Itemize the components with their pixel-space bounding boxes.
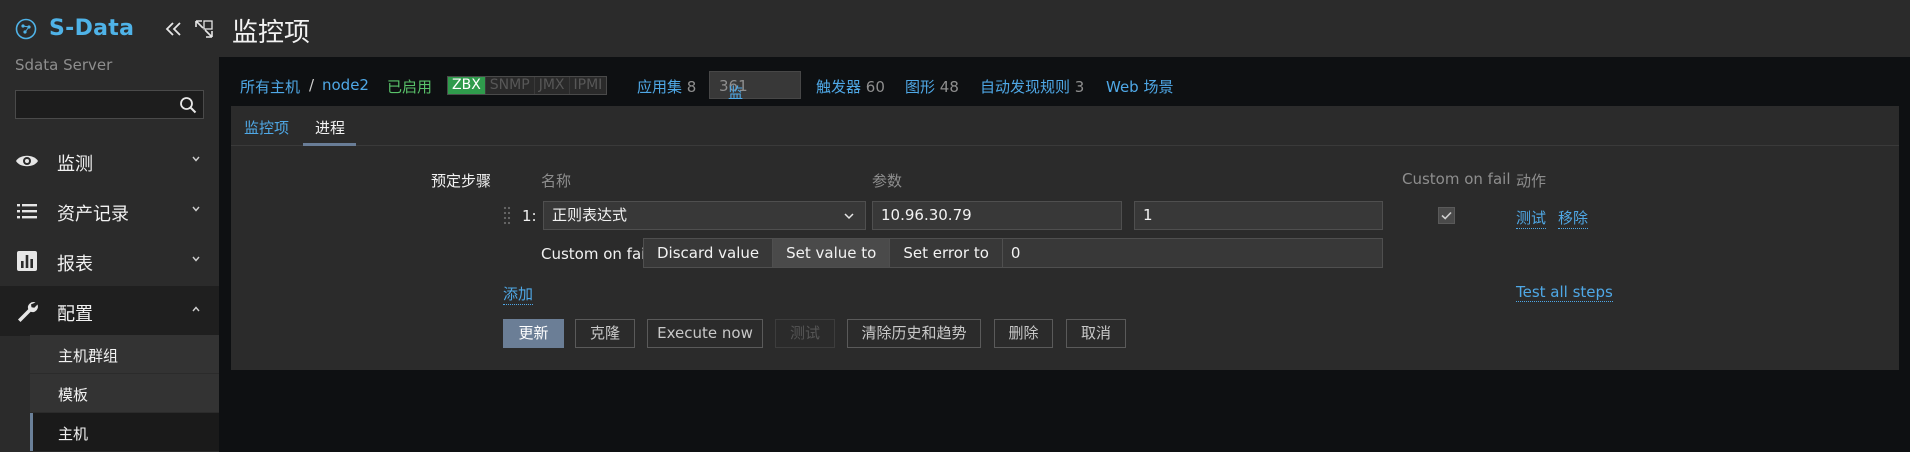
clone-button[interactable]: 克隆 — [575, 319, 635, 348]
search-field[interactable] — [15, 90, 204, 119]
nav-applications[interactable]: 应用集 8 — [637, 76, 696, 97]
tab-item[interactable]: 监控项 — [244, 117, 289, 138]
step-index: 1: — [522, 207, 537, 225]
breadcrumb-host[interactable]: node2 — [322, 76, 369, 94]
collapse-sidebar-icon[interactable] — [163, 18, 185, 40]
list-icon — [17, 204, 37, 219]
discard-value-option[interactable]: Discard value — [644, 239, 774, 267]
ipmi-badge: IPMI — [569, 77, 607, 94]
delete-button[interactable]: 删除 — [994, 319, 1053, 348]
tab-bar: 监控项 进程 — [231, 106, 1899, 146]
step-param-pattern[interactable]: 10.96.30.79 — [872, 201, 1122, 230]
on-fail-label: Custom on fail — [541, 245, 650, 263]
search-icon[interactable] — [179, 96, 197, 114]
wrench-icon — [18, 302, 38, 322]
on-fail-options: Discard value Set value to Set error to … — [643, 238, 1383, 268]
chevron-down-icon — [192, 256, 200, 262]
nav-items-active[interactable]: 监控项 361 — [709, 71, 801, 144]
nav-item-inventory[interactable]: 资产记录 — [0, 186, 219, 236]
preprocessing-steps-label: 预定步骤 — [431, 172, 492, 190]
step-param-output[interactable]: 1 — [1134, 201, 1383, 230]
cancel-button[interactable]: 取消 — [1066, 319, 1126, 348]
column-header-custom-on-fail: Custom on fail — [1402, 170, 1511, 188]
custom-on-fail-checkbox[interactable] — [1438, 207, 1455, 224]
logo-icon — [15, 18, 37, 40]
eye-icon — [16, 155, 38, 167]
nav-label: 监测 — [57, 154, 93, 175]
submenu-item-host-groups[interactable]: 主机群组 — [30, 335, 219, 374]
tab-preprocessing[interactable]: 进程 — [315, 117, 345, 138]
jmx-badge: JMX — [534, 77, 570, 94]
page-title: 监控项 — [232, 18, 311, 48]
add-step-link[interactable]: 添加 — [503, 283, 534, 305]
step-type-value: 正则表达式 — [552, 206, 628, 224]
drag-handle-icon[interactable] — [503, 205, 511, 227]
test-all-steps-link[interactable]: Test all steps — [1516, 283, 1613, 302]
logo: S-Data — [15, 14, 215, 48]
column-header-parameters: 参数 — [872, 172, 903, 190]
on-fail-value-input[interactable]: 0 — [1002, 239, 1382, 267]
column-header-name: 名称 — [541, 172, 572, 190]
set-error-option[interactable]: Set error to — [890, 239, 1003, 267]
execute-now-button[interactable]: Execute now — [647, 319, 763, 348]
host-navigation: 所有主机 / node2 已启用 ZBX SNMP JMX IPMI 应用集 8… — [231, 68, 1891, 144]
nav-item-monitoring[interactable]: 监测 — [0, 136, 219, 186]
submenu-item-hosts[interactable]: 主机 — [30, 413, 219, 452]
nav-item-configuration[interactable]: 配置 — [0, 286, 219, 336]
availability-badges: ZBX SNMP JMX IPMI — [447, 76, 608, 95]
chevron-down-icon — [192, 156, 200, 162]
step-remove-link[interactable]: 移除 — [1558, 207, 1589, 229]
active-tab-indicator — [303, 143, 356, 146]
submenu-item-templates[interactable]: 模板 — [30, 374, 219, 413]
nav-graphs[interactable]: 图形 48 — [905, 76, 959, 97]
column-header-actions: 动作 — [1516, 172, 1547, 190]
update-button[interactable]: 更新 — [503, 319, 564, 348]
submenu-label: 主机 — [58, 425, 89, 443]
breadcrumb-separator: / — [309, 76, 315, 94]
zbx-badge: ZBX — [448, 77, 486, 94]
nav-label: 报表 — [57, 254, 93, 275]
chevron-down-icon — [192, 206, 200, 212]
clear-history-button[interactable]: 清除历史和趋势 — [847, 319, 981, 348]
submenu-label: 主机群组 — [58, 347, 119, 365]
step-test-link[interactable]: 测试 — [1516, 207, 1547, 229]
nav-discovery-rules[interactable]: 自动发现规则 3 — [980, 76, 1084, 97]
nav-web-scenarios[interactable]: Web 场景 — [1106, 76, 1173, 97]
snmp-badge: SNMP — [485, 77, 535, 94]
kiosk-mode-icon[interactable] — [195, 20, 213, 38]
server-name: Sdata Server — [15, 56, 113, 74]
logo-text: S-Data — [49, 16, 135, 41]
nav-triggers[interactable]: 触发器 60 — [816, 76, 885, 97]
configuration-submenu: 主机群组 模板 主机 — [30, 335, 219, 452]
chevron-up-icon — [192, 306, 200, 312]
nav-label: 资产记录 — [57, 204, 129, 225]
page-header: 监控项 — [219, 0, 1910, 57]
nav-label: 配置 — [57, 304, 93, 325]
sidebar: S-Data Sdata Server 监测 资产记录 报表 配置 主机群组 模… — [0, 0, 219, 452]
step-type-select[interactable]: 正则表达式 — [543, 201, 866, 230]
breadcrumb-all-hosts[interactable]: 所有主机 — [240, 76, 300, 97]
nav-item-reports[interactable]: 报表 — [0, 236, 219, 286]
host-status[interactable]: 已启用 — [387, 76, 432, 97]
set-value-option[interactable]: Set value to — [773, 239, 891, 267]
test-button: 测试 — [775, 319, 835, 348]
submenu-label: 模板 — [58, 386, 89, 404]
bar-chart-icon — [17, 251, 37, 271]
chevron-down-icon — [844, 213, 854, 220]
checkmark-icon — [1441, 211, 1452, 220]
search-input[interactable] — [16, 91, 203, 118]
